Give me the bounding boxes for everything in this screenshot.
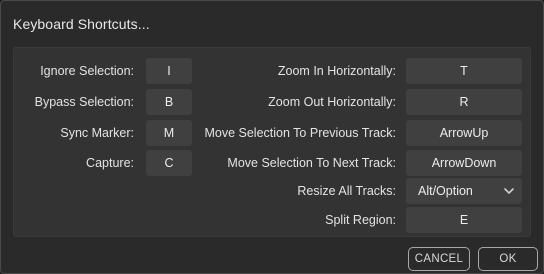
ok-button[interactable]: OK xyxy=(478,247,538,271)
shortcut-label: Split Region: xyxy=(325,213,396,227)
dialog-footer: CANCEL OK xyxy=(1,239,543,273)
shortcut-row-move-selection-next-track: Move Selection To Next Track: ArrowDown xyxy=(14,150,530,176)
chevron-down-icon xyxy=(504,188,514,194)
shortcut-key-field[interactable]: ArrowDown xyxy=(406,150,522,176)
shortcut-row-zoom-in-horizontally: Zoom In Horizontally: T xyxy=(14,58,530,84)
shortcut-row-move-selection-previous-track: Move Selection To Previous Track: ArrowU… xyxy=(14,120,530,146)
shortcut-row-split-region: Split Region: E xyxy=(14,207,530,233)
shortcut-key-field[interactable]: ArrowUp xyxy=(406,120,522,146)
shortcut-row-zoom-out-horizontally: Zoom Out Horizontally: R xyxy=(14,89,530,115)
shortcuts-panel: Ignore Selection: I Bypass Selection: B … xyxy=(13,47,531,237)
dropdown-selected-value: Alt/Option xyxy=(418,184,473,198)
shortcut-row-resize-all-tracks: Resize All Tracks: Alt/Option xyxy=(14,178,530,204)
dialog-title: Keyboard Shortcuts... xyxy=(13,16,150,32)
shortcut-key-field[interactable]: R xyxy=(406,89,522,115)
shortcut-label: Move Selection To Previous Track: xyxy=(204,126,396,140)
shortcut-label: Move Selection To Next Track: xyxy=(227,156,396,170)
shortcut-label: Zoom In Horizontally: xyxy=(277,64,396,78)
resize-modifier-dropdown[interactable]: Alt/Option xyxy=(406,178,522,204)
keyboard-shortcuts-dialog: Keyboard Shortcuts... Ignore Selection: … xyxy=(0,0,544,274)
cancel-button[interactable]: CANCEL xyxy=(408,247,470,271)
shortcut-key-field[interactable]: T xyxy=(406,58,522,84)
shortcut-label: Resize All Tracks: xyxy=(297,184,396,198)
shortcut-label: Zoom Out Horizontally: xyxy=(268,95,396,109)
dialog-title-bar: Keyboard Shortcuts... xyxy=(1,1,543,45)
shortcut-key-field[interactable]: E xyxy=(406,207,522,233)
